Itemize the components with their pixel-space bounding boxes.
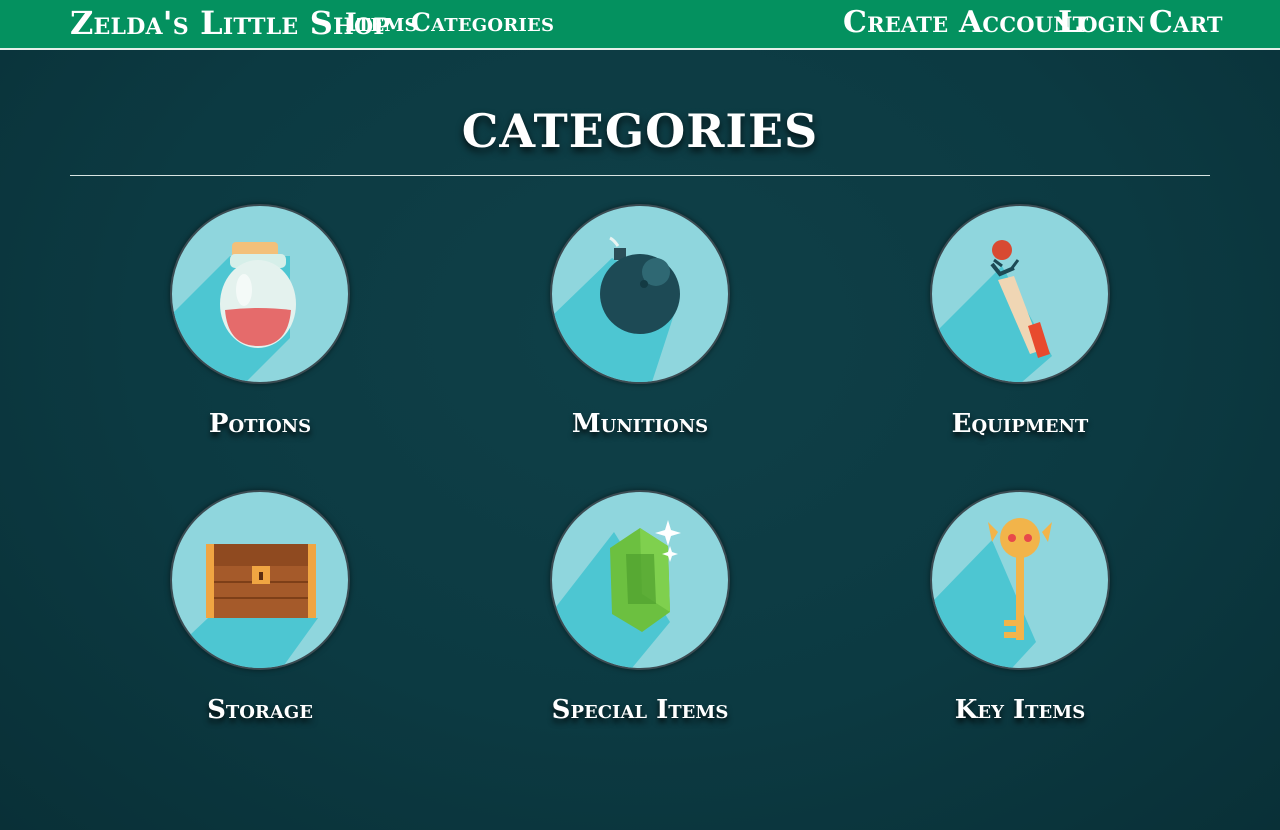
category-label[interactable]: Munitions (450, 409, 830, 439)
category-label[interactable]: Key Items (830, 695, 1210, 725)
top-navbar: Zelda's Little Shop Items Categories Cre… (0, 0, 1280, 50)
skull-key-icon[interactable] (930, 490, 1110, 670)
category-card-storage[interactable]: Storage (70, 490, 450, 750)
category-card-special-items[interactable]: Special Items (450, 490, 830, 750)
page-title: CATEGORIES (461, 104, 819, 158)
category-label[interactable]: Storage (70, 695, 450, 725)
bomb-icon[interactable] (550, 204, 730, 384)
treasure-chest-icon[interactable] (170, 490, 350, 670)
nav-items-link[interactable]: Items (345, 0, 418, 48)
login-link[interactable]: Login (1058, 0, 1145, 48)
brand-link[interactable]: Zelda's Little Shop (70, 0, 390, 48)
rupee-gem-icon[interactable] (550, 490, 730, 670)
cart-link[interactable]: Cart (1149, 0, 1223, 48)
category-card-potions[interactable]: Potions (70, 204, 450, 464)
category-card-munitions[interactable]: Munitions (450, 204, 830, 464)
category-label[interactable]: Equipment (830, 409, 1210, 439)
potion-icon[interactable] (170, 204, 350, 384)
category-card-equipment[interactable]: Equipment (830, 204, 1210, 464)
create-account-link[interactable]: Create Account (843, 0, 1089, 48)
category-card-key-items[interactable]: Key Items (830, 490, 1210, 750)
category-label[interactable]: Potions (70, 409, 450, 439)
nav-categories-link[interactable]: Categories (411, 0, 554, 48)
category-label[interactable]: Special Items (450, 695, 830, 725)
title-divider (70, 175, 1210, 176)
wand-icon[interactable] (930, 204, 1110, 384)
